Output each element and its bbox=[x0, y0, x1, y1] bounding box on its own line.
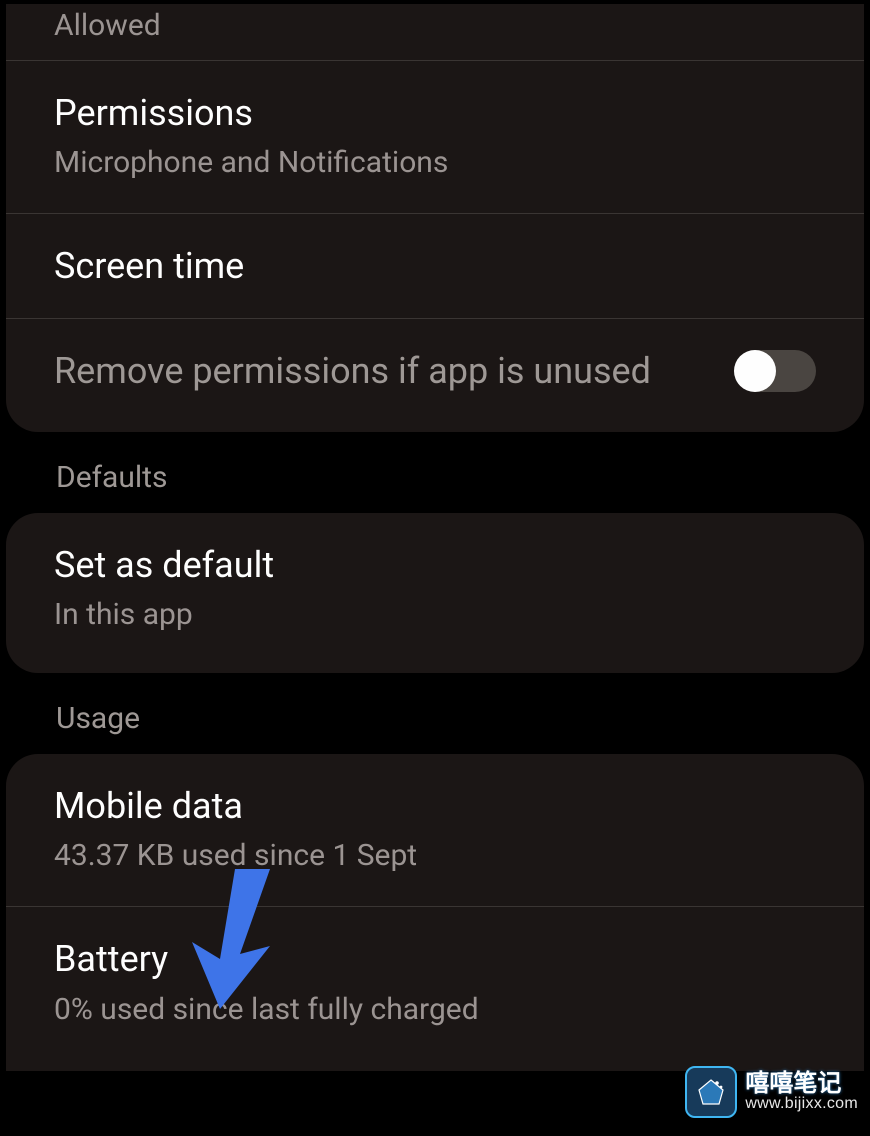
permissions-title: Permissions bbox=[54, 89, 816, 138]
section-header-defaults: Defaults bbox=[0, 432, 870, 513]
settings-row-screen-time[interactable]: Screen time bbox=[6, 214, 864, 320]
settings-card-defaults: Set as default In this app bbox=[6, 513, 864, 673]
settings-card-usage: Mobile data 43.37 KB used since 1 Sept B… bbox=[6, 754, 864, 1071]
watermark-text: 嘻嘻笔记 www.bijixx.com bbox=[745, 1071, 858, 1113]
settings-card-1: Allowed Permissions Microphone and Notif… bbox=[6, 4, 864, 432]
mobile-data-title: Mobile data bbox=[54, 782, 816, 831]
watermark-logo-icon bbox=[685, 1066, 737, 1118]
watermark: 嘻嘻笔记 www.bijixx.com bbox=[685, 1066, 858, 1118]
remove-permissions-toggle[interactable] bbox=[734, 350, 816, 392]
settings-row-battery[interactable]: Battery 0% used since last fully charged bbox=[6, 907, 864, 1071]
screen-time-title: Screen time bbox=[54, 242, 816, 291]
battery-title: Battery bbox=[54, 935, 816, 984]
watermark-url: www.bijixx.com bbox=[745, 1096, 858, 1113]
mobile-data-subtitle: 43.37 KB used since 1 Sept bbox=[54, 834, 816, 878]
toggle-knob-icon bbox=[734, 350, 776, 392]
settings-row-permissions[interactable]: Permissions Microphone and Notifications bbox=[6, 61, 864, 214]
section-header-usage: Usage bbox=[0, 673, 870, 754]
set-as-default-title: Set as default bbox=[54, 541, 816, 590]
watermark-title: 嘻嘻笔记 bbox=[745, 1071, 858, 1096]
remove-permissions-title: Remove permissions if app is unused bbox=[54, 347, 651, 396]
settings-row-set-as-default[interactable]: Set as default In this app bbox=[6, 513, 864, 673]
settings-row-allowed[interactable]: Allowed bbox=[6, 4, 864, 61]
permissions-subtitle: Microphone and Notifications bbox=[54, 141, 816, 185]
settings-row-mobile-data[interactable]: Mobile data 43.37 KB used since 1 Sept bbox=[6, 754, 864, 907]
battery-subtitle: 0% used since last fully charged bbox=[54, 988, 816, 1032]
allowed-subtitle: Allowed bbox=[54, 4, 816, 48]
set-as-default-subtitle: In this app bbox=[54, 593, 816, 637]
settings-row-remove-permissions[interactable]: Remove permissions if app is unused bbox=[6, 319, 864, 432]
